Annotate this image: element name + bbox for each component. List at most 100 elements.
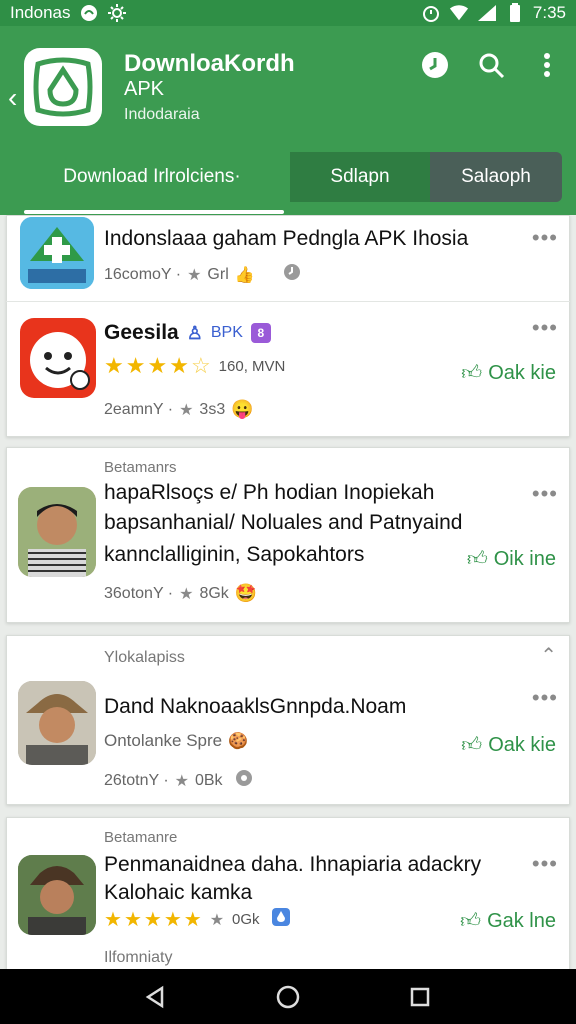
downloads-count: 16comoY · <box>104 265 182 283</box>
like-button[interactable]: 👍︎ Oak kie <box>461 733 556 757</box>
clock: 7:35 <box>532 3 566 22</box>
downloads-count: 26totnY · <box>104 771 169 789</box>
star-icon: ★ <box>104 353 124 378</box>
avatar[interactable] <box>18 855 96 935</box>
list-item-title[interactable]: Indonslaaa gaham Pedngla APK Ihosia <box>104 227 468 251</box>
section-label: Betamanre <box>104 829 178 846</box>
list-item-subtitle: Ontolanke Spre 🍪 <box>104 731 249 750</box>
more-options-icon[interactable]: ••• <box>532 685 558 711</box>
list-item-meta: 36otonY · ★ 8Gk 🤩 <box>104 583 257 604</box>
list-item-title[interactable]: Dand NaknoaaklsGnnpda.Noam <box>104 695 406 719</box>
emoji-icon: 🍪 <box>228 733 249 750</box>
history-icon[interactable] <box>420 50 450 80</box>
rating-value: Grl <box>207 265 229 283</box>
avatar[interactable] <box>18 681 96 765</box>
rating-value: 3s3 <box>199 400 226 418</box>
more-options-icon[interactable]: ••• <box>532 315 558 341</box>
list-item-title-line[interactable]: Kalohaic kamka <box>104 881 252 905</box>
thumbs-up-icon: 👍︎ <box>461 734 483 756</box>
star-rating: ★ ★ ★ ★ ☆ 160, MVN <box>104 353 285 379</box>
nav-back-icon[interactable] <box>141 982 171 1012</box>
thumbs-up-icon: 👍︎ <box>460 910 482 932</box>
star-outline-icon: ☆ <box>190 353 211 378</box>
thumbs-up-icon: 👍︎ <box>461 362 483 384</box>
downloads-count: 36otonY · <box>104 584 174 602</box>
nav-recents-icon[interactable] <box>405 982 435 1012</box>
star-icon: ★ <box>183 909 202 931</box>
collapse-chevron-icon[interactable]: ⌃ <box>540 643 558 668</box>
list-item-meta: 2eamnY · ★ 3s3 😛 <box>104 399 254 420</box>
star-icon: ★ <box>187 266 202 284</box>
star-icon: ★ <box>143 909 162 931</box>
system-nav-bar <box>0 969 576 1024</box>
app-list: Indonslaaa gaham Pedngla APK Ihosia 16co… <box>0 215 576 969</box>
star-icon: ★ <box>179 401 194 419</box>
tab-third[interactable]: Salaoph <box>430 152 562 202</box>
more-options-icon[interactable]: ••• <box>532 851 558 877</box>
list-item-title[interactable]: Geesila ♙ BPK 8 <box>104 321 271 345</box>
nav-home-icon[interactable] <box>273 982 303 1012</box>
back-arrow-icon[interactable]: ‹ <box>8 82 17 114</box>
list-item-title-line[interactable]: bapsanhanial/ Noluales and Patnyaind <box>104 511 462 535</box>
star-icon: ★ <box>163 909 182 931</box>
star-icon: ★ <box>179 585 194 603</box>
list-item-meta: 26totnY · ★ 0Bk <box>104 769 253 792</box>
star-icon: ★ <box>209 911 225 929</box>
star-icon: ★ <box>123 909 142 931</box>
rating-value: 8Gk <box>199 584 229 602</box>
list-item-title-line[interactable]: kannclalliginin, Sapokahtors <box>104 543 364 567</box>
app-bar: ‹ DownloaKordh APK Indodaraia Download I… <box>0 26 576 215</box>
app-logo <box>24 48 102 126</box>
list-item-footer: Ilfomniaty <box>104 949 173 966</box>
app-subtitle: APK <box>124 78 165 100</box>
more-options-icon[interactable]: ••• <box>532 481 558 507</box>
overflow-menu-icon[interactable] <box>532 50 562 80</box>
battery-icon <box>505 3 525 23</box>
list-item-title-line[interactable]: Penmanaidnea daha. Ihnapiaria adackry <box>104 853 481 877</box>
thumb-icon: 👍 <box>234 266 255 284</box>
search-icon[interactable] <box>476 50 506 80</box>
app-badge: BPK <box>210 324 243 341</box>
star-icon: ★ <box>147 353 168 378</box>
star-icon: ★ <box>125 353 146 378</box>
app-title: DownloaKordh <box>124 50 295 77</box>
emoji-icon: 🤩 <box>234 583 258 603</box>
rating-value: 0Bk <box>194 771 223 789</box>
list-item-title-line[interactable]: hapaRlsoçs e/ Ph hodian Inopiekah <box>104 481 434 505</box>
clock-icon <box>283 263 301 286</box>
carrier-label: Indonas <box>10 3 71 22</box>
thumbs-up-icon: 👍︎ <box>466 548 488 570</box>
person-icon: ♙ <box>186 322 203 343</box>
more-options-icon[interactable]: ••• <box>532 225 558 251</box>
rating-value: 0Gk <box>232 911 260 928</box>
rating-text: 160, MVN <box>218 357 286 375</box>
downloads-count: 2eamnY · <box>104 400 174 418</box>
wifi-icon <box>449 3 469 23</box>
tab-second[interactable]: Sdlapn <box>290 152 430 202</box>
tab-download[interactable]: Download Irlrolciens· <box>14 152 290 214</box>
like-button[interactable]: 👍︎ Oik ine <box>467 547 556 571</box>
section-label: Betamanrs <box>104 459 177 476</box>
divider <box>6 301 570 302</box>
app-icon-face[interactable] <box>20 318 96 398</box>
data-saver-icon <box>79 3 99 23</box>
emoji-icon: 😛 <box>231 399 254 419</box>
star-icon: ★ <box>104 909 122 931</box>
list-item-meta: 16comoY · ★ Grl 👍 <box>104 263 301 286</box>
like-button[interactable]: 👍︎ Oak kie <box>461 361 556 385</box>
share-icon <box>235 769 253 792</box>
status-bar: Indonas 7:35 <box>0 0 576 26</box>
purple-badge-icon: 8 <box>250 323 271 343</box>
star-rating: ★ ★ ★ ★ ★ ★ 0Gk <box>104 907 290 932</box>
app-language: Indodaraia <box>124 106 200 123</box>
brightness-icon <box>107 3 127 23</box>
section-label: Ylokalapiss <box>104 649 185 666</box>
app-icon-plus[interactable] <box>20 217 94 289</box>
like-button[interactable]: 👍︎ Gak lne <box>460 909 556 933</box>
drop-icon <box>271 907 290 932</box>
avatar[interactable] <box>18 487 96 577</box>
alarm-icon <box>421 3 441 23</box>
star-icon: ★ <box>169 353 189 378</box>
star-icon: ★ <box>174 772 189 790</box>
tab-bar: Download Irlrolciens· Sdlapn Salaoph <box>14 152 562 214</box>
